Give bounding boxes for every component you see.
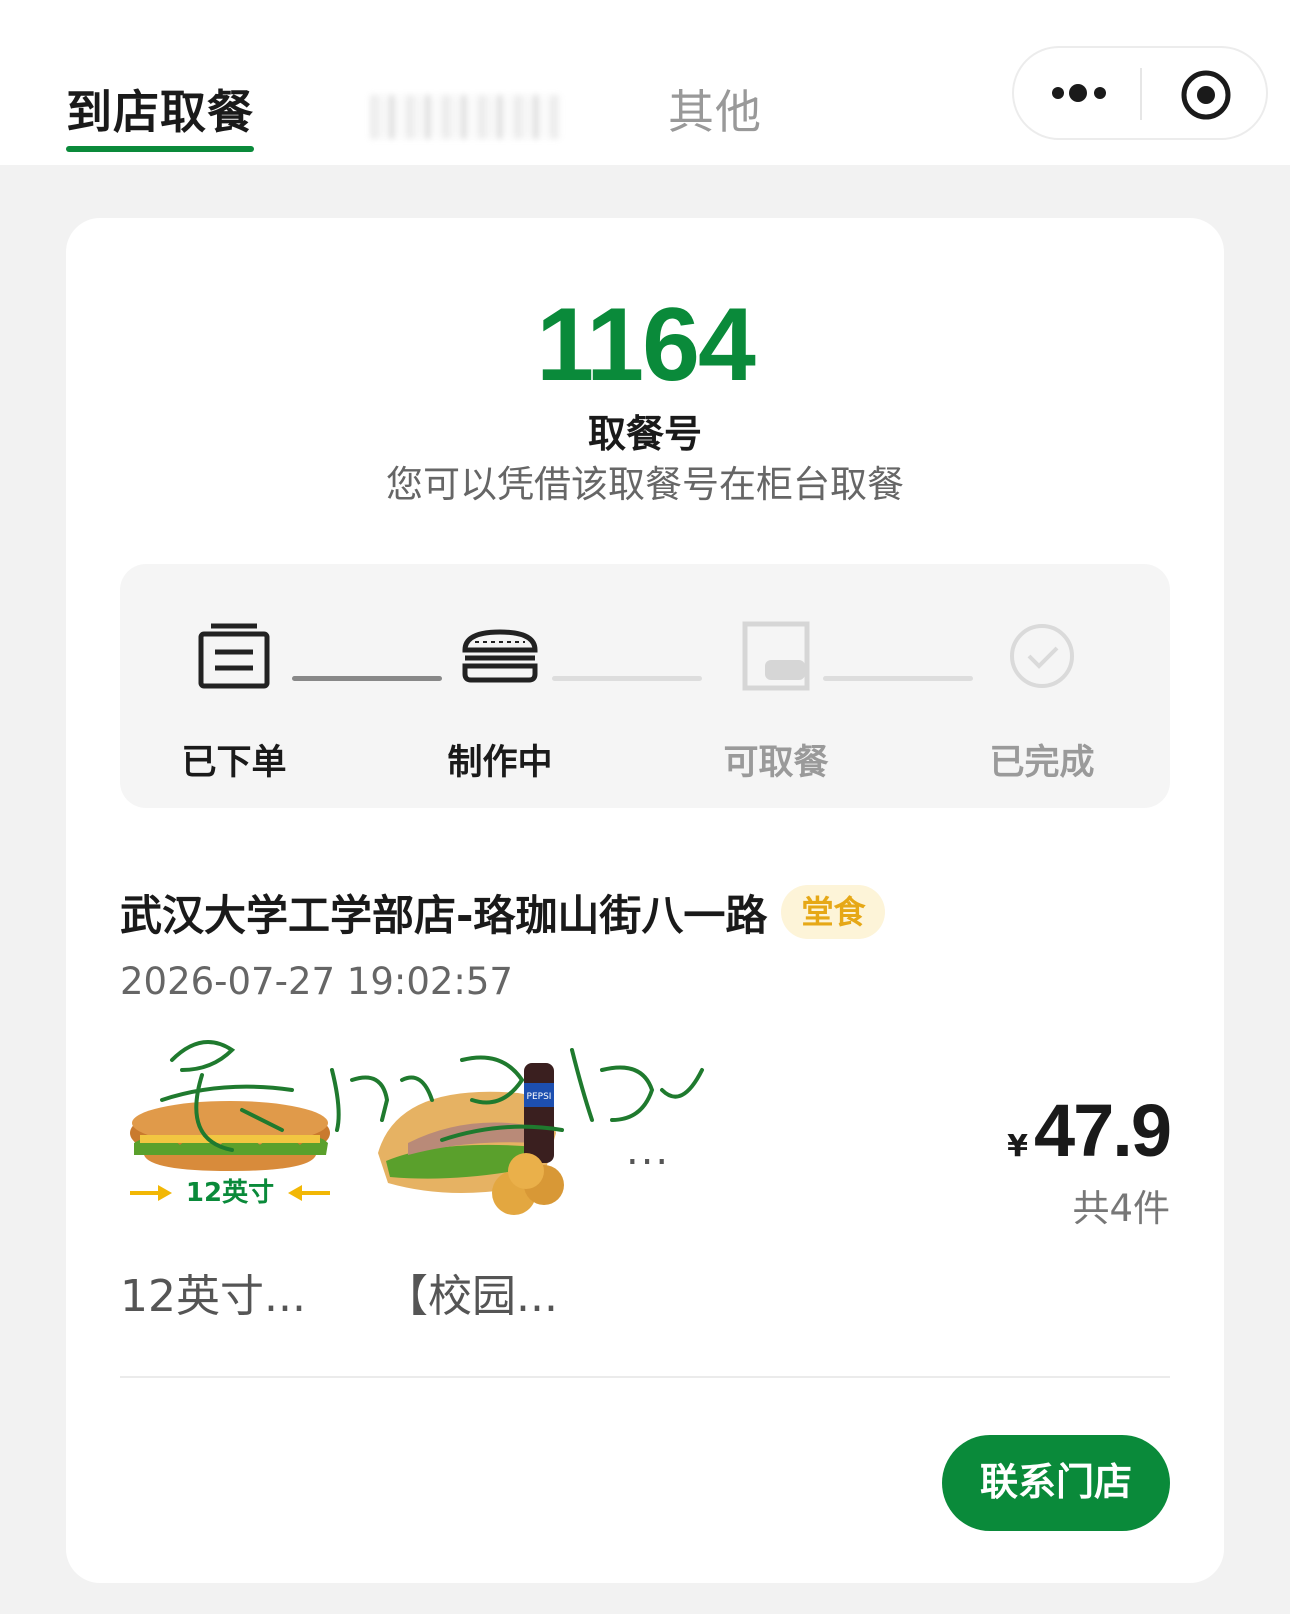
more-items-ellipsis: ... bbox=[626, 1128, 671, 1174]
step-connector bbox=[292, 676, 442, 681]
dine-in-badge: 堂食 bbox=[781, 885, 886, 939]
step-connector bbox=[552, 676, 702, 681]
tab-active-underline bbox=[66, 146, 254, 152]
tab-other-label: 其他 bbox=[668, 85, 762, 139]
order-progress: 已下单 制作中 可取餐 已完成 bbox=[120, 564, 1170, 808]
currency-symbol: ¥ bbox=[1007, 1129, 1028, 1164]
tab-redacted[interactable] bbox=[370, 95, 560, 139]
item-count: 共4件 bbox=[1072, 1187, 1170, 1230]
step-completed-label: 已完成 bbox=[989, 743, 1095, 783]
product-image-sub-sandwich: 12英寸 bbox=[130, 1101, 330, 1208]
tab-other[interactable]: 其他 bbox=[668, 82, 762, 142]
food-bag-icon bbox=[742, 621, 810, 691]
order-time: 2026-07-27 19:02:57 bbox=[120, 960, 513, 1003]
tab-pickup-label: 到店取餐 bbox=[66, 85, 254, 139]
store-row: 武汉大学工学部店-珞珈山街八一路 堂食 bbox=[120, 883, 886, 941]
step-ready: 可取餐 bbox=[716, 620, 836, 785]
product-name: 【校园... bbox=[384, 1271, 558, 1322]
order-card: 1164 取餐号 您可以凭借该取餐号在柜台取餐 已下单 制作中 可取餐 已完成 … bbox=[66, 218, 1224, 1583]
product-image-combo: PEPSI bbox=[378, 1063, 564, 1215]
pickup-label: 取餐号 bbox=[587, 412, 702, 456]
drink-brand-text: PEPSI bbox=[527, 1092, 552, 1102]
tab-pickup[interactable]: 到店取餐 bbox=[66, 82, 254, 152]
step-ordered-label: 已下单 bbox=[181, 743, 287, 783]
check-circle-icon bbox=[1010, 624, 1074, 688]
step-completed: 已完成 bbox=[982, 620, 1102, 785]
pickup-number: 1164 bbox=[536, 287, 756, 403]
pickup-hint: 您可以凭借该取餐号在柜台取餐 bbox=[386, 463, 904, 506]
contact-store-button[interactable]: 联系门店 bbox=[942, 1435, 1170, 1531]
order-total: ¥47.9 bbox=[1007, 1088, 1172, 1173]
close-target-icon[interactable] bbox=[1180, 69, 1232, 121]
miniprogram-capsule bbox=[1012, 46, 1268, 140]
product-name: 12英寸... bbox=[120, 1271, 306, 1322]
step-ordered: 已下单 bbox=[174, 620, 294, 785]
step-ready-label: 可取餐 bbox=[723, 743, 829, 783]
receipt-icon bbox=[198, 623, 270, 689]
store-name: 武汉大学工学部店-珞珈山街八一路 bbox=[120, 890, 768, 940]
step-connector bbox=[823, 676, 973, 681]
capsule-divider bbox=[1140, 68, 1142, 120]
divider bbox=[120, 1376, 1170, 1378]
step-making: 制作中 bbox=[440, 620, 560, 785]
size-badge-text: 12英寸 bbox=[186, 1178, 274, 1208]
step-making-label: 制作中 bbox=[447, 743, 553, 783]
total-amount: 47.9 bbox=[1033, 1089, 1172, 1172]
more-icon[interactable] bbox=[1050, 73, 1110, 113]
top-bar: 到店取餐 其他 bbox=[0, 0, 1290, 165]
burger-icon bbox=[462, 629, 538, 683]
